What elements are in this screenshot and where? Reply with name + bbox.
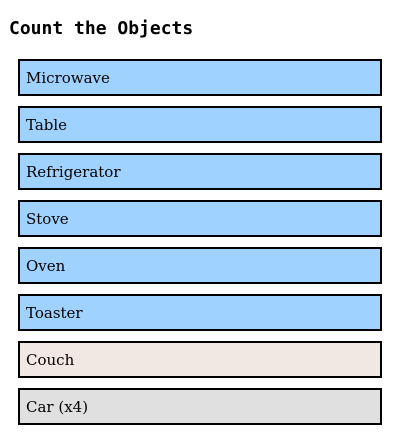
object-item-toaster[interactable]: Toaster bbox=[18, 294, 382, 331]
object-list: Microwave Table Refrigerator Stove Oven … bbox=[18, 59, 382, 435]
page-title: Count the Objects bbox=[9, 18, 194, 39]
object-item-oven[interactable]: Oven bbox=[18, 247, 382, 284]
object-item-refrigerator[interactable]: Refrigerator bbox=[18, 153, 382, 190]
object-item-table[interactable]: Table bbox=[18, 106, 382, 143]
object-item-car[interactable]: Car (x4) bbox=[18, 388, 382, 425]
object-item-microwave[interactable]: Microwave bbox=[18, 59, 382, 96]
object-item-couch[interactable]: Couch bbox=[18, 341, 382, 378]
object-item-stove[interactable]: Stove bbox=[18, 200, 382, 237]
